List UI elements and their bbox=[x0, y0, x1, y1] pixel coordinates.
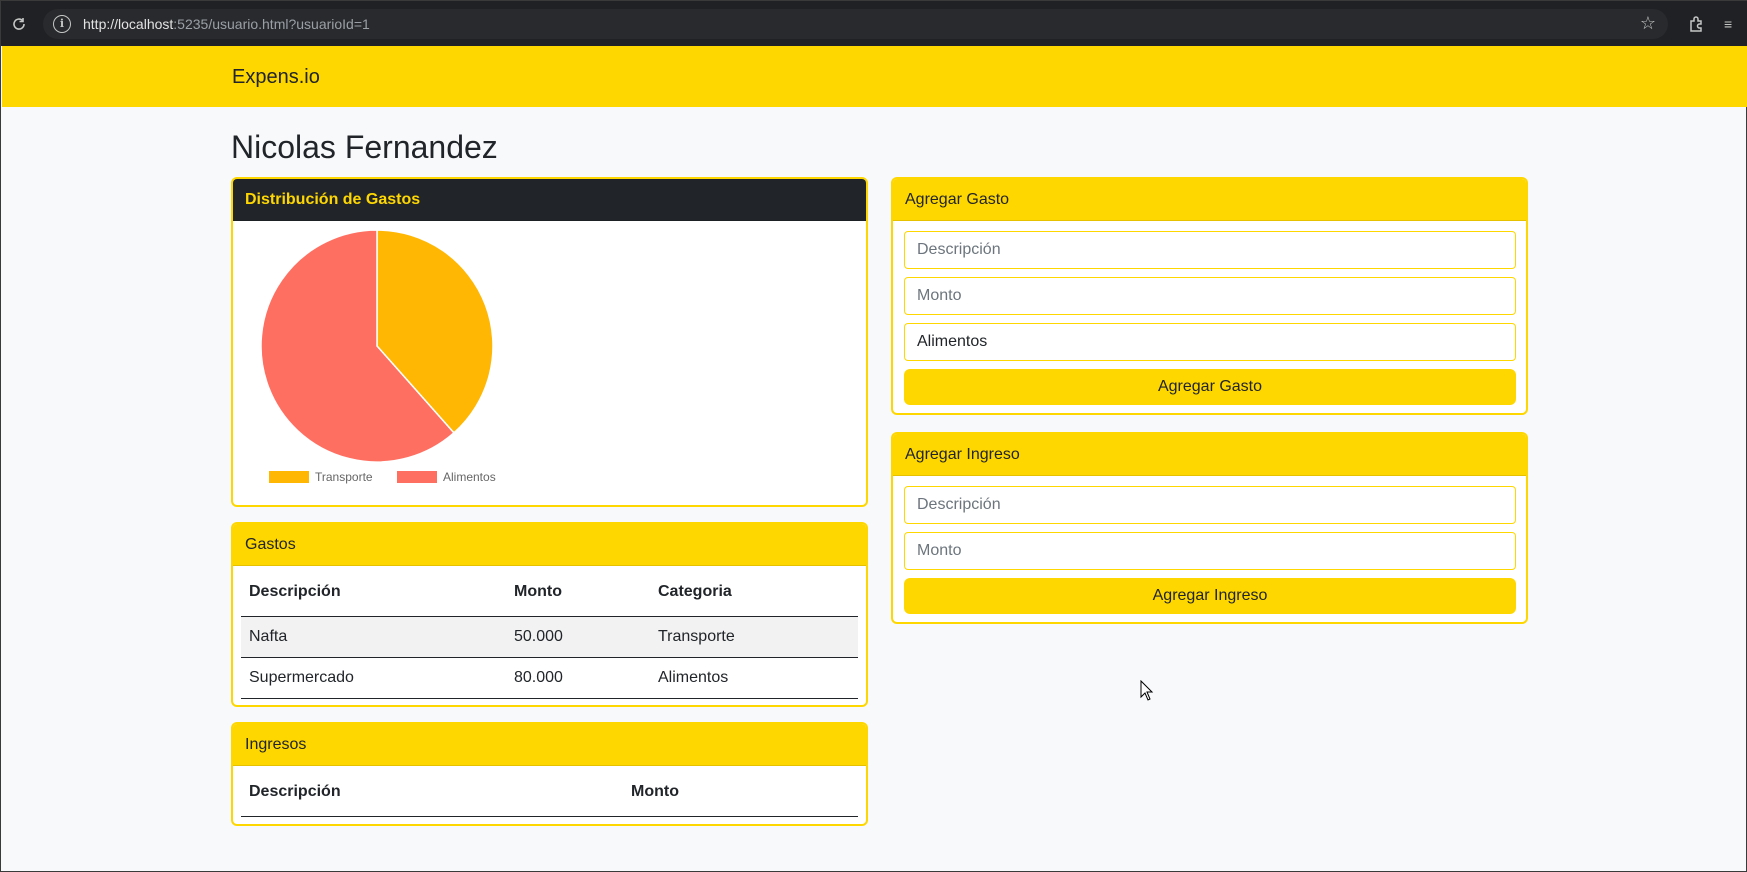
agregar-ingreso-header: Agregar Ingreso bbox=[893, 434, 1526, 476]
cell-categoria: Alimentos bbox=[650, 657, 858, 699]
mouse-cursor-icon bbox=[1140, 680, 1154, 701]
ingresos-card: Ingresos Descripción Monto bbox=[231, 722, 868, 826]
bookmark-star-icon[interactable]: ☆ bbox=[1640, 13, 1656, 34]
legend-label-transporte[interactable]: Transporte bbox=[315, 470, 373, 484]
table-header-row: Descripción Monto bbox=[241, 768, 858, 817]
gasto-descripcion-input[interactable]: Descripción bbox=[904, 231, 1516, 269]
gasto-categoria-select[interactable]: Alimentos bbox=[904, 323, 1516, 361]
column-header-monto: Monto bbox=[506, 568, 650, 617]
legend-label-alimentos[interactable]: Alimentos bbox=[443, 470, 496, 484]
cell-descripcion: Supermercado bbox=[241, 657, 506, 699]
ingreso-monto-input[interactable]: Monto bbox=[904, 532, 1516, 570]
extensions-icon[interactable] bbox=[1684, 11, 1710, 37]
url-text[interactable]: http://localhost:5235/usuario.html?usuar… bbox=[83, 16, 370, 32]
table-row: Supermercado 80.000 Alimentos bbox=[241, 657, 858, 699]
gastos-table: Descripción Monto Categoria Nafta 50.000… bbox=[241, 568, 858, 699]
cell-descripcion: Nafta bbox=[241, 616, 506, 658]
gastos-card-header: Gastos bbox=[233, 524, 866, 566]
cell-categoria: Transporte bbox=[650, 616, 858, 658]
chart-card: Distribución de Gastos Transporte Aliment… bbox=[231, 177, 868, 507]
site-info-icon[interactable]: i bbox=[53, 14, 71, 33]
table-row: Nafta 50.000 Transporte bbox=[241, 616, 858, 658]
legend-swatch-alimentos[interactable] bbox=[397, 471, 437, 483]
page-title: Nicolas Fernandez bbox=[231, 129, 498, 165]
brand-logo[interactable]: Expens.io bbox=[232, 66, 320, 89]
cell-monto: 80.000 bbox=[506, 657, 650, 699]
column-header-descripcion: Descripción bbox=[241, 768, 623, 817]
reload-icon[interactable] bbox=[5, 10, 33, 38]
cell-monto: 50.000 bbox=[506, 616, 650, 658]
browser-menu-icon[interactable]: ≡ bbox=[1724, 16, 1740, 32]
column-header-monto: Monto bbox=[623, 768, 858, 817]
address-bar[interactable]: i http://localhost:5235/usuario.html?usu… bbox=[43, 8, 1668, 39]
gastos-card: Gastos Descripción Monto Categoria Nafta… bbox=[231, 522, 868, 707]
agregar-gasto-button[interactable]: Agregar Gasto bbox=[904, 369, 1516, 405]
column-header-categoria: Categoria bbox=[650, 568, 858, 617]
chart-card-header: Distribución de Gastos bbox=[233, 179, 866, 221]
agregar-ingreso-button[interactable]: Agregar Ingreso bbox=[904, 578, 1516, 614]
column-header-descripcion: Descripción bbox=[241, 568, 506, 617]
browser-toolbar: i http://localhost:5235/usuario.html?usu… bbox=[1, 1, 1747, 46]
navbar: Expens.io bbox=[2, 46, 1747, 107]
ingresos-table: Descripción Monto bbox=[241, 768, 858, 817]
agregar-ingreso-card: Agregar Ingreso Descripción Monto Agrega… bbox=[891, 432, 1528, 624]
legend-swatch-transporte[interactable] bbox=[269, 471, 309, 483]
agregar-gasto-header: Agregar Gasto bbox=[893, 179, 1526, 221]
pie-chart: Transporte Alimentos bbox=[260, 229, 496, 484]
ingreso-descripcion-input[interactable]: Descripción bbox=[904, 486, 1516, 524]
ingresos-card-header: Ingresos bbox=[233, 724, 866, 766]
gasto-monto-input[interactable]: Monto bbox=[904, 277, 1516, 315]
table-header-row: Descripción Monto Categoria bbox=[241, 568, 858, 617]
agregar-gasto-card: Agregar Gasto Descripción Monto Alimento… bbox=[891, 177, 1528, 415]
